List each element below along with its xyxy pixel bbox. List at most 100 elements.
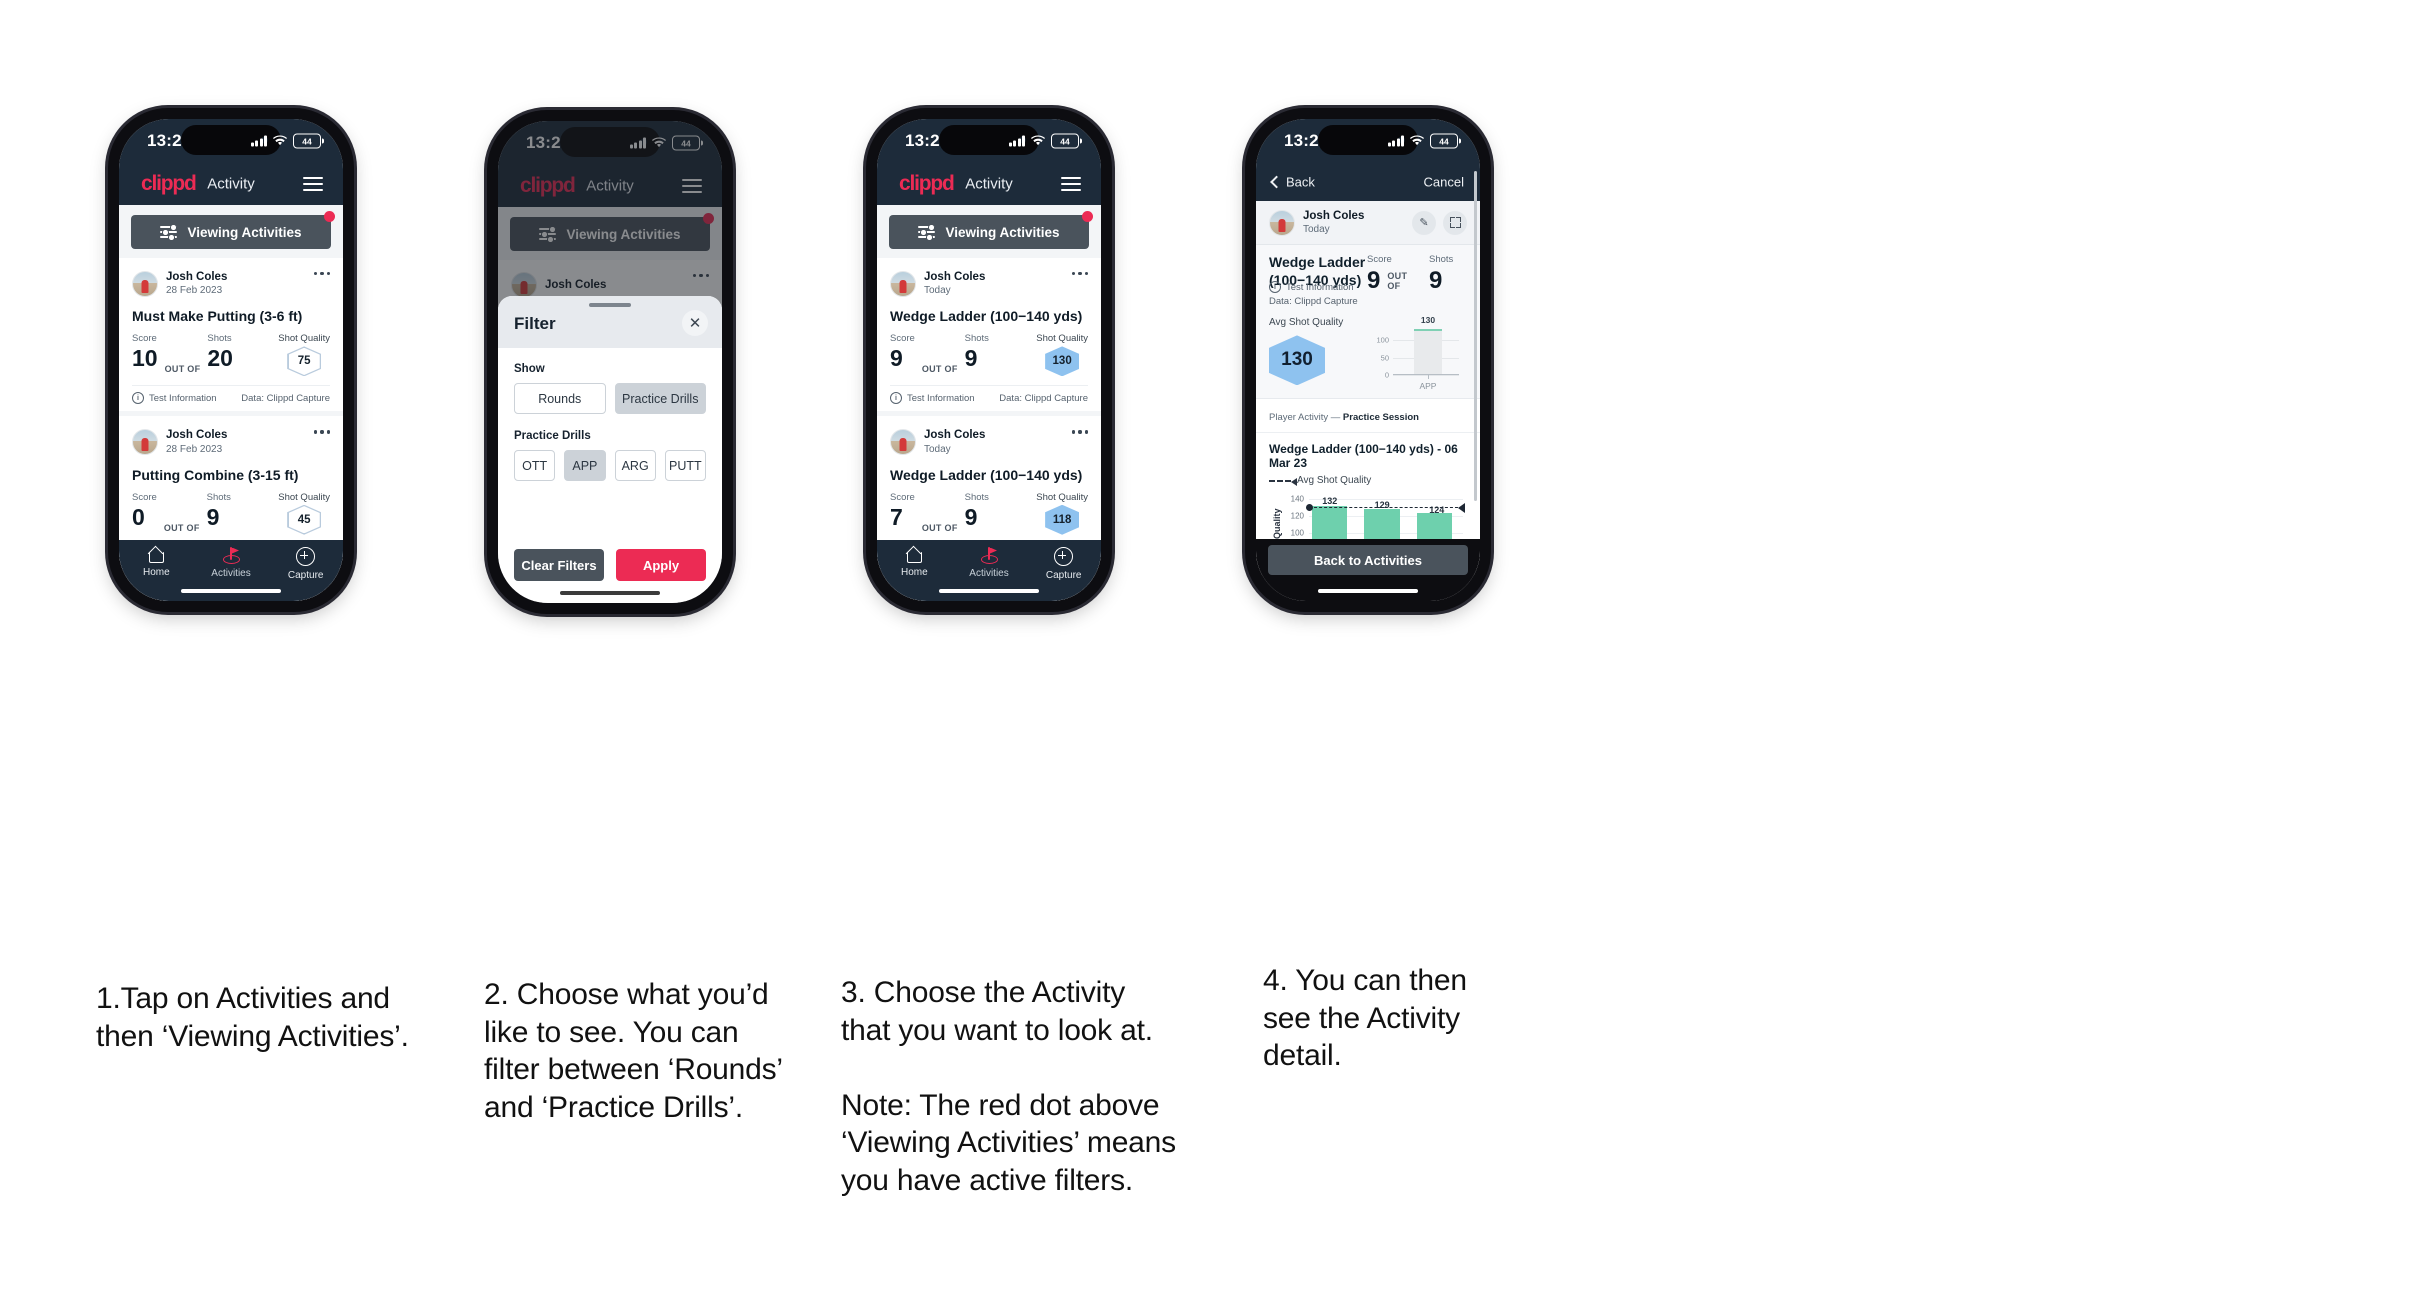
shots-label: Shots [1429, 254, 1454, 266]
wifi-icon [273, 135, 287, 146]
drag-handle[interactable] [589, 303, 631, 307]
shot-quality-stat: Shot Quality 75 [278, 333, 330, 377]
shots-stat: Shots 9 [965, 492, 989, 529]
activity-title: Wedge Ladder (100−140 yds) [890, 466, 1083, 483]
caption-step-1: 1.Tap on Activities and then ‘Viewing Ac… [96, 982, 409, 1053]
menu-icon[interactable] [1061, 177, 1081, 191]
tab-activities[interactable]: Activities [194, 547, 269, 579]
filter-sliders-icon [160, 224, 178, 241]
test-information-label: Test Information [907, 392, 975, 404]
shot-quality-value: 130 [1052, 355, 1072, 368]
test-information[interactable]: i Test Information [890, 392, 975, 405]
score-label: Score [890, 491, 915, 503]
out-of-label: OUT OF [164, 364, 201, 375]
tab-label: Capture [1045, 570, 1082, 581]
score-value: 9 [1367, 267, 1381, 295]
tab-capture[interactable]: Capture [268, 547, 343, 581]
back-to-activities-button[interactable]: Back to Activities [1268, 545, 1468, 575]
mini-x-label: APP [1419, 381, 1437, 392]
card-stats: Score 0 OUT OF Shots 9 Shot Quality 45 [132, 492, 330, 544]
vertical-scrollbar[interactable] [1474, 171, 1477, 501]
tab-home[interactable]: Home [877, 547, 952, 578]
expand-icon[interactable] [1443, 210, 1467, 235]
card-footer: i Test Information Data: Clippd Capture [132, 385, 330, 411]
show-label: Show [514, 363, 545, 375]
activity-title: Must Make Putting (3-6 ft) [132, 308, 303, 325]
battery-level: 44 [1439, 136, 1449, 146]
more-options-icon[interactable] [313, 272, 330, 276]
more-options-icon[interactable] [313, 430, 330, 434]
drill-option-ott[interactable]: OTT [514, 450, 556, 481]
user-name: Josh Coles [166, 429, 228, 442]
player-activity-row: Player Activity — Practice Session [1256, 398, 1480, 433]
test-information[interactable]: i Test Information [132, 392, 217, 405]
cancel-button[interactable]: Cancel [1424, 175, 1464, 190]
avg-left: Avg Shot Quality 130 [1269, 317, 1367, 386]
user-name: Josh Coles [924, 271, 986, 283]
menu-icon[interactable] [303, 177, 323, 191]
show-option-practice-drills[interactable]: Practice Drills [614, 383, 706, 414]
activity-card[interactable]: Josh Coles 28 Feb 2023 Must Make Putting… [119, 258, 343, 412]
detail-nav-bar: Back Cancel [1256, 163, 1480, 201]
activity-date: 28 Feb 2023 [166, 285, 223, 297]
tab-capture[interactable]: Capture [1026, 547, 1101, 581]
shots-value: 9 [1429, 267, 1443, 295]
card-header: Josh Coles 28 Feb 2023 [132, 268, 330, 301]
viewing-activities-button[interactable]: Viewing Activities [131, 211, 335, 249]
page-title: Activity [207, 175, 255, 193]
score-stat: Score 0 [132, 492, 157, 529]
tab-label: Activities [211, 568, 251, 579]
status-bar: 13:20 44 [119, 119, 343, 163]
phone-1-screen: 13:20 44 clippd Activity Viewing Activit… [119, 119, 343, 601]
out-of-label: OUT OF [1387, 271, 1408, 292]
out-of-label: OUT OF [921, 364, 958, 375]
home-indicator [939, 589, 1039, 593]
status-indicators: 44 [250, 133, 324, 149]
pencil-icon[interactable]: ✎ [1412, 210, 1436, 235]
active-filter-badge [324, 211, 335, 222]
sheet-header: Filter ✕ [498, 296, 722, 348]
status-bar: 13:21 44 [1256, 119, 1480, 163]
battery-icon: 44 [1051, 133, 1082, 149]
more-options-icon[interactable] [1071, 272, 1088, 276]
user-name: Josh Coles [1303, 210, 1365, 222]
tab-home[interactable]: Home [119, 547, 194, 578]
activity-card[interactable]: Josh Coles Today Wedge Ladder (100−140 y… [877, 258, 1101, 412]
shots-label: Shots [206, 491, 231, 503]
avg-line-legend-icon [1269, 477, 1297, 486]
legend-label: Avg Shot Quality [1297, 475, 1372, 487]
detail-score: Score 9 OUT OF [1367, 254, 1429, 293]
close-icon[interactable]: ✕ [682, 310, 708, 336]
phone-3-screen: 13:20 44 clippd Activity Viewing Activit… [877, 119, 1101, 601]
bar-value-2: 129 [1374, 500, 1390, 511]
viewing-activities-button[interactable]: Viewing Activities [889, 211, 1093, 249]
info-icon: i [132, 392, 144, 405]
tab-activities[interactable]: Activities [952, 547, 1027, 579]
card-header: Josh Coles Today [890, 268, 1088, 301]
test-information-label: Test Information [1286, 281, 1354, 293]
more-options-icon[interactable] [1071, 430, 1088, 434]
score-label: Score [132, 333, 157, 345]
drill-option-putt[interactable]: PUTT [664, 450, 706, 481]
home-indicator [181, 589, 281, 593]
card-stats: Score 10 OUT OF Shots 20 Shot Quality 75 [132, 333, 330, 385]
drill-option-arg[interactable]: ARG [614, 450, 656, 481]
phone-1-activities-list: 13:20 44 clippd Activity Viewing Activit… [108, 108, 354, 612]
apply-button[interactable]: Apply [616, 549, 706, 581]
chart-title: Wedge Ladder (100−140 yds) - 06 Mar 23 [1269, 442, 1458, 471]
back-button[interactable]: Back [1270, 175, 1315, 190]
tab-label: Home [900, 567, 928, 578]
clippd-logo[interactable]: clippd [899, 172, 955, 196]
shots-label: Shots [207, 333, 232, 345]
player-activity-value: Practice Session [1342, 412, 1419, 424]
shots-stat: Shots 20 [207, 333, 233, 370]
phone-2-filter-sheet: 13:21 44 clippd Activity Viewing Activit… [487, 110, 733, 614]
clippd-logo[interactable]: clippd [141, 172, 197, 196]
phone-2-screen: 13:21 44 clippd Activity Viewing Activit… [498, 121, 722, 603]
show-option-rounds[interactable]: Rounds [514, 383, 606, 414]
detail-actions: ✎ [1412, 210, 1467, 235]
avatar [132, 270, 158, 297]
clear-filters-button[interactable]: Clear Filters [514, 549, 604, 581]
avg-shot-quality-section: Avg Shot Quality 130 0 50 100 130 APP [1269, 315, 1467, 392]
drill-option-app[interactable]: APP [564, 450, 606, 481]
